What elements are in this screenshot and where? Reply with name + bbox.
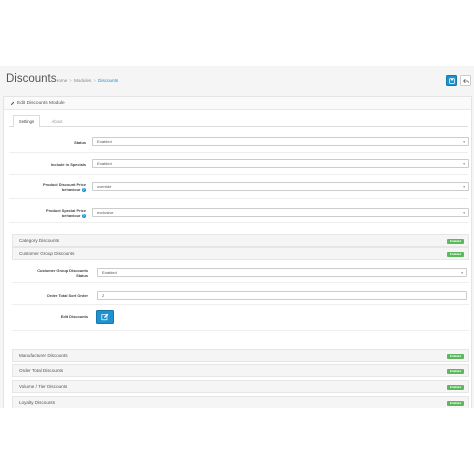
section-label: Loyalty Discounts xyxy=(19,400,56,405)
breadcrumb-discounts[interactable]: Discounts xyxy=(98,78,118,83)
edit-discounts-row: Edit Discounts xyxy=(12,305,469,331)
sort-order-input[interactable]: 2 xyxy=(97,291,467,300)
product-discount-value: override xyxy=(97,184,112,189)
help-icon[interactable]: ? xyxy=(81,187,86,193)
edit-panel: Edit Discounts Module Settings About Sta… xyxy=(3,96,472,408)
product-discount-label: Product Discount Price behaviour? xyxy=(42,182,86,193)
caret-icon: ▾ xyxy=(463,185,465,189)
sort-order-label: Order Total Sort Order xyxy=(46,293,88,298)
section-loyalty-discounts[interactable]: Loyalty Discounts Enabled xyxy=(12,396,469,408)
customer-group-status-value: Enabled xyxy=(102,270,117,275)
save-button[interactable] xyxy=(446,75,457,86)
section-customer-group-discounts[interactable]: Customer Group Discounts Enabled xyxy=(12,247,469,260)
breadcrumb: Home > Modules > Discounts xyxy=(55,78,118,83)
specials-select[interactable]: Enabled ▾ xyxy=(92,159,469,168)
product-special-select[interactable]: exclusive ▾ xyxy=(92,208,469,217)
status-row: Status Enabled ▾ xyxy=(9,131,469,153)
product-special-value: exclusive xyxy=(97,210,114,215)
breadcrumb-separator: > xyxy=(93,78,97,83)
section-label: Customer Group Discounts xyxy=(19,251,75,256)
product-special-label: Product Special Price behaviour? xyxy=(45,208,86,219)
edit-discounts-label: Edit Discounts xyxy=(60,314,88,319)
section-order-total-discounts[interactable]: Order Total Discounts Enabled xyxy=(12,364,469,377)
status-label: Status xyxy=(74,139,86,145)
section-label: Order Total Discounts xyxy=(19,368,64,373)
sort-order-value: 2 xyxy=(102,293,105,298)
page-title: Discounts xyxy=(6,73,57,85)
panel-heading: Edit Discounts Module xyxy=(4,97,471,110)
caret-icon: ▾ xyxy=(461,271,463,275)
caret-icon: ▾ xyxy=(463,162,465,166)
section-volume-discounts[interactable]: Volume / Tier Discounts Enabled xyxy=(12,380,469,393)
edit-icon xyxy=(101,313,109,321)
breadcrumb-home[interactable]: Home xyxy=(55,78,67,83)
page-header: Discounts Home > Modules > Discounts xyxy=(0,66,474,96)
section-label: Manufacturer Discounts xyxy=(19,353,68,358)
caret-icon: ▾ xyxy=(463,140,465,144)
specials-row: Include in Specials Enabled ▾ xyxy=(9,153,469,175)
product-discount-select[interactable]: override ▾ xyxy=(92,182,469,191)
breadcrumb-separator: > xyxy=(69,78,72,83)
tab-bar: Settings About xyxy=(9,115,468,127)
customer-group-status-label: Customer Group Discounts Status xyxy=(37,268,88,278)
section-category-discounts[interactable]: Category Discounts Enabled xyxy=(12,234,469,247)
section-manufacturer-discounts[interactable]: Manufacturer Discounts Enabled xyxy=(12,349,469,362)
status-badge: Enabled xyxy=(447,369,464,374)
status-badge: Enabled xyxy=(447,385,464,390)
product-discount-row: Product Discount Price behaviour? overri… xyxy=(9,175,469,199)
status-value: Enabled xyxy=(97,139,112,144)
customer-group-status-row: Customer Group Discounts Status Enabled … xyxy=(12,261,469,283)
section-label: Category Discounts xyxy=(19,238,60,243)
pencil-icon xyxy=(11,101,15,105)
section-label: Volume / Tier Discounts xyxy=(19,384,68,389)
status-badge: Enabled xyxy=(447,239,464,244)
save-icon xyxy=(448,77,455,84)
panel-title: Edit Discounts Module xyxy=(17,100,65,106)
customer-group-status-select[interactable]: Enabled ▾ xyxy=(97,268,467,277)
status-badge: Enabled xyxy=(447,354,464,359)
reply-icon xyxy=(462,78,469,83)
help-icon[interactable]: ? xyxy=(81,213,86,219)
back-button[interactable] xyxy=(460,75,471,86)
status-badge: Enabled xyxy=(447,252,464,257)
breadcrumb-modules[interactable]: Modules xyxy=(74,78,91,83)
specials-value: Enabled xyxy=(97,161,112,166)
product-special-row: Product Special Price behaviour? exclusi… xyxy=(9,199,469,223)
status-select[interactable]: Enabled ▾ xyxy=(92,137,469,146)
app-frame: Discounts Home > Modules > Discounts Edit Di… xyxy=(0,66,474,408)
sort-order-row: Order Total Sort Order 2 xyxy=(12,283,469,305)
caret-icon: ▾ xyxy=(463,211,465,215)
tab-settings[interactable]: Settings xyxy=(13,115,40,127)
tab-about[interactable]: About xyxy=(45,115,69,127)
status-badge: Enabled xyxy=(447,401,464,406)
edit-discounts-button[interactable] xyxy=(96,310,114,324)
specials-label: Include in Specials xyxy=(50,161,86,167)
